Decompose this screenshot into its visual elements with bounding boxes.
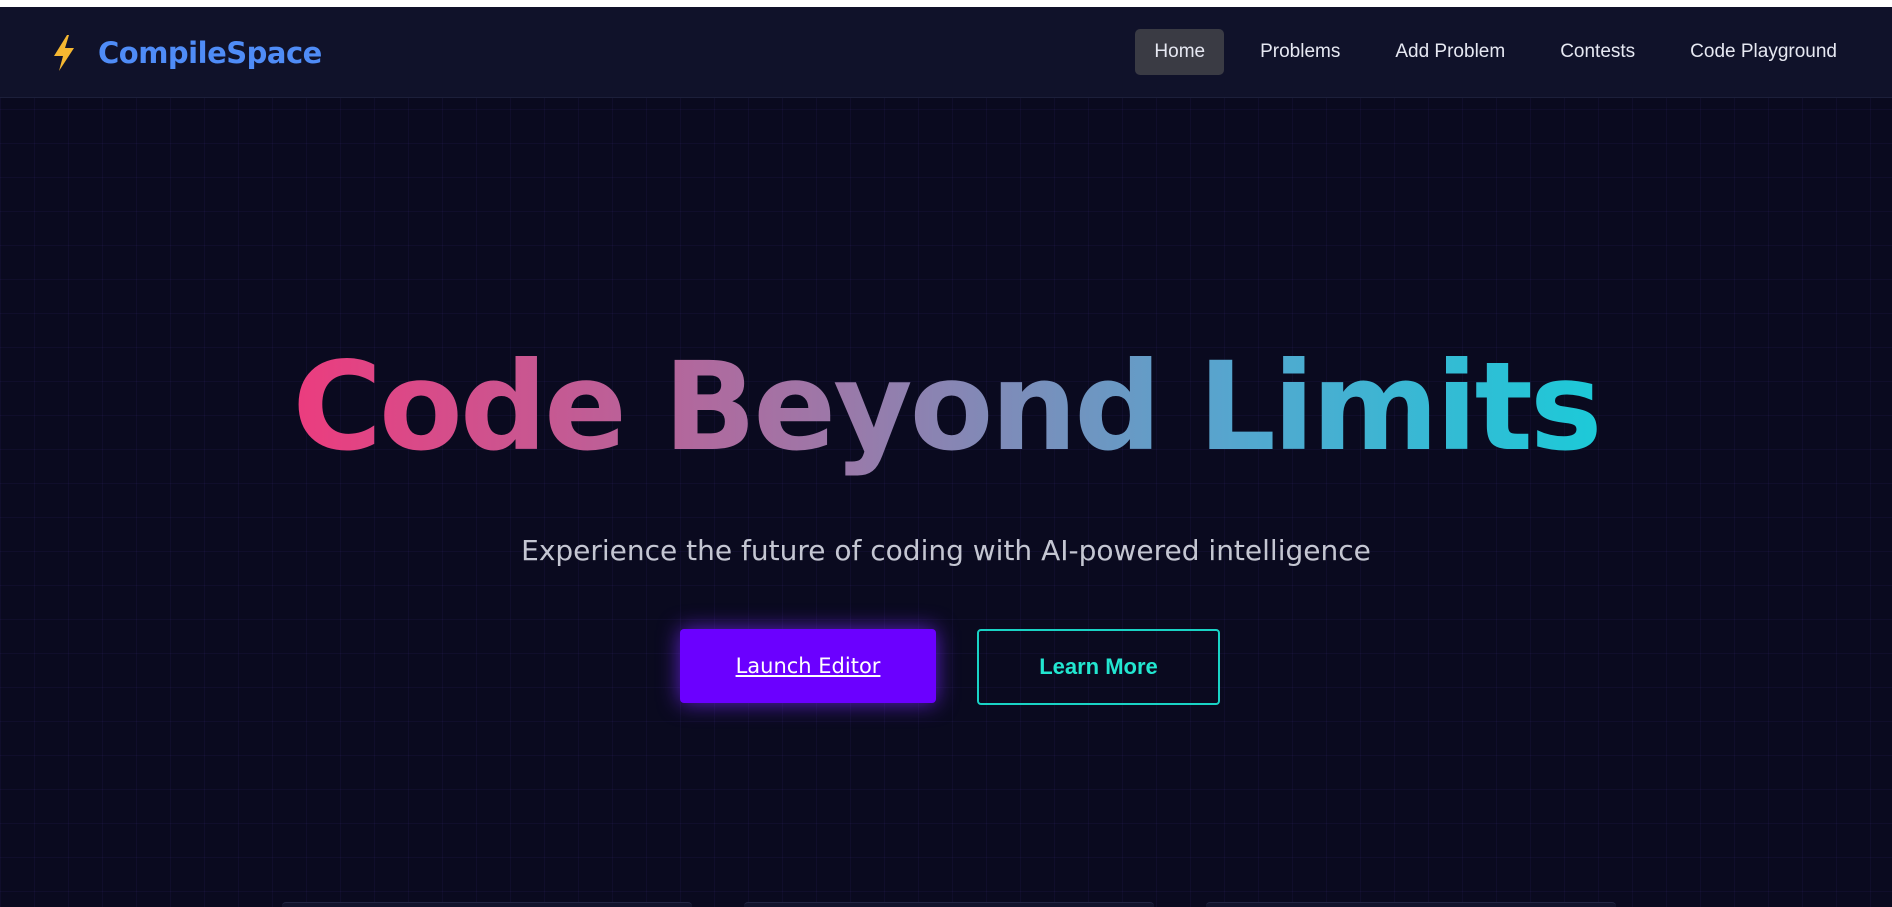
hero-subtitle: Experience the future of coding with AI-… xyxy=(521,534,1371,567)
feature-card xyxy=(744,902,1154,907)
brand-logo[interactable]: CompileSpace xyxy=(50,33,322,73)
hero-title: Code Beyond Limits xyxy=(0,342,1892,472)
nav-links: Home Problems Add Problem Contests Code … xyxy=(1118,29,1856,75)
nav-code-playground[interactable]: Code Playground xyxy=(1671,29,1856,75)
feature-card xyxy=(1206,902,1616,907)
brand-name[interactable]: CompileSpace xyxy=(98,36,322,70)
nav-contests[interactable]: Contests xyxy=(1541,29,1654,75)
nav-add-problem[interactable]: Add Problem xyxy=(1376,29,1524,75)
feature-card xyxy=(282,902,692,907)
launch-editor-button[interactable]: Launch Editor xyxy=(680,629,936,703)
page: CompileSpace Home Problems Add Problem C… xyxy=(0,7,1892,907)
nav-problems[interactable]: Problems xyxy=(1241,29,1359,75)
nav-home[interactable]: Home xyxy=(1135,29,1225,75)
lightning-bolt-icon xyxy=(54,35,74,71)
navbar: CompileSpace Home Problems Add Problem C… xyxy=(0,7,1892,98)
hero-title-text: Code Beyond Limits xyxy=(292,336,1602,478)
learn-more-button[interactable]: Learn More xyxy=(977,629,1220,705)
